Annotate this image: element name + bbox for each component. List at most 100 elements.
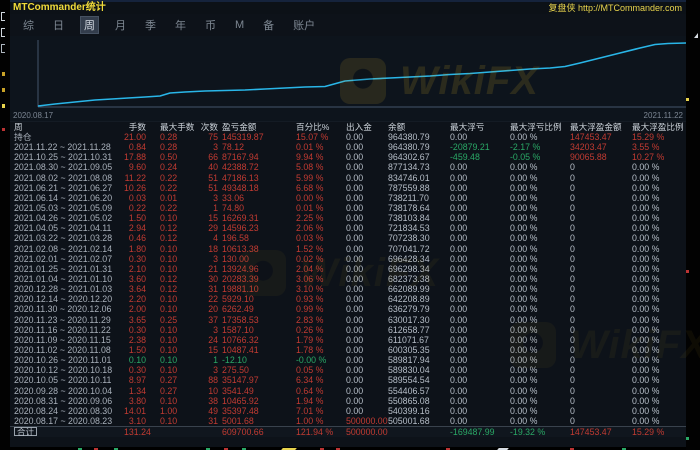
screen: MTCommander统计 复盘侠 http://MTCommander.com…	[0, 0, 700, 450]
menu-item-币[interactable]: 币	[202, 16, 219, 34]
value-cell: 42388.72	[220, 162, 288, 172]
table-row[interactable]: 2020.08.24 ~ 2020.08.3014.011.004935397.…	[10, 406, 686, 416]
value-cell: 1.94 %	[288, 396, 338, 406]
table-row[interactable]: 2020.11.16 ~ 2020.11.220.300.1031587.100…	[10, 325, 686, 335]
table-row[interactable]: 2021.06.14 ~ 2021.06.200.030.01333.060.0…	[10, 193, 686, 203]
table-row[interactable]: 2021.08.30 ~ 2021.09.059.600.244042388.7…	[10, 162, 686, 172]
value-cell: 275.50	[220, 365, 288, 375]
table-row[interactable]: 2021.04.05 ~ 2021.04.112.940.122914596.2…	[10, 223, 686, 233]
menu-item-季[interactable]: 季	[142, 16, 159, 34]
value-cell: 8.97	[124, 375, 148, 385]
table-row[interactable]: 2020.12.14 ~ 2020.12.202.200.10225929.10…	[10, 294, 686, 304]
value-cell: 15.29 %	[622, 132, 684, 142]
menu-item-账户[interactable]: 账户	[290, 16, 318, 34]
column-header[interactable]: 手数	[124, 122, 148, 132]
table-row[interactable]: 2021.06.21 ~ 2021.06.2710.260.225149348.…	[10, 183, 686, 193]
brand-link[interactable]: 复盘侠 http://MTCommander.com	[548, 2, 682, 14]
value-cell: 0	[560, 183, 622, 193]
table-row[interactable]: 2020.10.12 ~ 2020.10.180.300.103275.500.…	[10, 365, 686, 375]
value-cell: 0.03 %	[288, 233, 338, 243]
value-cell: 75	[194, 132, 220, 142]
table-row[interactable]: 持仓21.000.2875145319.8715.07 %0.00964380.…	[10, 132, 686, 142]
menu-item-备[interactable]: 备	[260, 16, 277, 34]
value-cell: 0.00 %	[622, 416, 684, 426]
value-cell: 0.00 %	[500, 396, 560, 406]
value-cell: 0.00	[442, 325, 500, 335]
value-cell: 2.10	[124, 264, 148, 274]
value-cell: 0.00 %	[500, 365, 560, 375]
column-header[interactable]: 最大浮盈金额	[560, 122, 622, 132]
value-cell: 0.00	[338, 193, 382, 203]
value-cell: 0.00	[442, 304, 500, 314]
value-cell: 3.55 %	[622, 142, 684, 152]
value-cell: 0.00	[338, 233, 382, 243]
table-row[interactable]: 2020.11.09 ~ 2020.11.152.380.102410766.3…	[10, 335, 686, 345]
value-cell: 0.00	[442, 244, 500, 254]
value-cell: 0	[560, 416, 622, 426]
value-cell: -169487.99	[442, 427, 500, 437]
column-header[interactable]: 最大浮亏比例	[500, 122, 560, 132]
table-row[interactable]: 2020.12.28 ~ 2021.01.033.640.123119881.1…	[10, 284, 686, 294]
value-cell: 3.80	[124, 396, 148, 406]
value-cell: 0.27	[148, 386, 194, 396]
table-row[interactable]: 2021.01.25 ~ 2021.01.312.100.102113924.9…	[10, 264, 686, 274]
value-cell: 0.00	[338, 325, 382, 335]
column-header[interactable]: 盈亏金额	[220, 122, 288, 132]
column-header[interactable]: 出入金	[338, 122, 382, 132]
table-row[interactable]: 2021.01.04 ~ 2021.01.103.600.123020283.3…	[10, 274, 686, 284]
column-header[interactable]: 百分比%	[288, 122, 338, 132]
table-total-row[interactable]: 合计131.24609700.66121.94 %500000.00-16948…	[10, 426, 686, 437]
table-row[interactable]: 2020.09.28 ~ 2020.10.041.340.27103541.49…	[10, 386, 686, 396]
value-cell: 0.00	[442, 365, 500, 375]
value-cell: 2.04 %	[288, 264, 338, 274]
table-row[interactable]: 2021.04.26 ~ 2021.05.021.500.101516269.3…	[10, 213, 686, 223]
value-cell: 0.00 %	[500, 264, 560, 274]
value-cell: 0.00 %	[500, 345, 560, 355]
column-header[interactable]: 最大浮盈比例	[622, 122, 684, 132]
value-cell: 738103.84	[382, 213, 442, 223]
table-row[interactable]: 2020.10.26 ~ 2020.11.010.100.101-12.10-0…	[10, 355, 686, 365]
equity-chart-canvas	[10, 38, 686, 110]
value-cell: 87167.94	[220, 152, 288, 162]
value-cell: 0.12	[148, 284, 194, 294]
value-cell: 0.00	[442, 345, 500, 355]
menu-item-M[interactable]: M	[232, 18, 247, 32]
equity-chart: WikiFX 2020.08.17 2021.11.22	[10, 36, 686, 122]
menu-item-年[interactable]: 年	[172, 16, 189, 34]
value-cell: 0.00 %	[500, 274, 560, 284]
menu-item-月[interactable]: 月	[112, 16, 129, 34]
edge-mark	[2, 128, 5, 131]
table-row[interactable]: 2020.08.17 ~ 2020.08.233.100.10315001.68…	[10, 416, 686, 426]
value-cell	[148, 427, 194, 437]
value-cell: 29	[194, 223, 220, 233]
table-row[interactable]: 2020.11.23 ~ 2020.11.293.650.253717358.5…	[10, 315, 686, 325]
table-row[interactable]: 2020.11.30 ~ 2020.12.062.000.10206262.49…	[10, 304, 686, 314]
table-row[interactable]: 2020.11.02 ~ 2020.11.081.500.101510487.4…	[10, 345, 686, 355]
period-cell: 2020.09.28 ~ 2020.10.04	[12, 386, 124, 396]
menu-item-综[interactable]: 综	[20, 16, 37, 34]
table-row[interactable]: 2021.03.22 ~ 2021.03.280.460.124196.580.…	[10, 233, 686, 243]
menu-item-日[interactable]: 日	[50, 16, 67, 34]
value-cell: 9.60	[124, 162, 148, 172]
value-cell: 0.00	[338, 386, 382, 396]
table-row[interactable]: 2021.10.25 ~ 2021.10.3117.880.506687167.…	[10, 152, 686, 162]
table-row[interactable]: 2021.02.08 ~ 2021.02.141.800.101810613.3…	[10, 244, 686, 254]
table-row[interactable]: 2021.11.22 ~ 2021.11.280.840.28378.120.0…	[10, 142, 686, 152]
table-row[interactable]: 2020.08.31 ~ 2020.09.063.800.103810465.9…	[10, 396, 686, 406]
value-cell: 0.00 %	[500, 162, 560, 172]
table-row[interactable]: 2021.02.01 ~ 2021.02.070.300.103130.000.…	[10, 254, 686, 264]
table-row[interactable]: 2021.08.02 ~ 2021.08.0811.220.225147186.…	[10, 173, 686, 183]
value-cell: 0.00	[338, 345, 382, 355]
column-header[interactable]: 最大浮亏	[442, 122, 500, 132]
column-header[interactable]: 余额	[382, 122, 442, 132]
value-cell: 540399.16	[382, 406, 442, 416]
value-cell: 787559.88	[382, 183, 442, 193]
column-header[interactable]: 周	[12, 122, 124, 132]
value-cell: 2.20	[124, 294, 148, 304]
column-header[interactable]: 次数	[194, 122, 220, 132]
value-cell: 10766.32	[220, 335, 288, 345]
menu-item-周[interactable]: 周	[80, 16, 99, 34]
column-header[interactable]: 最大手数	[148, 122, 194, 132]
table-row[interactable]: 2021.05.03 ~ 2021.05.090.220.22174.800.0…	[10, 203, 686, 213]
table-row[interactable]: 2020.10.05 ~ 2020.10.118.970.278835147.9…	[10, 375, 686, 385]
